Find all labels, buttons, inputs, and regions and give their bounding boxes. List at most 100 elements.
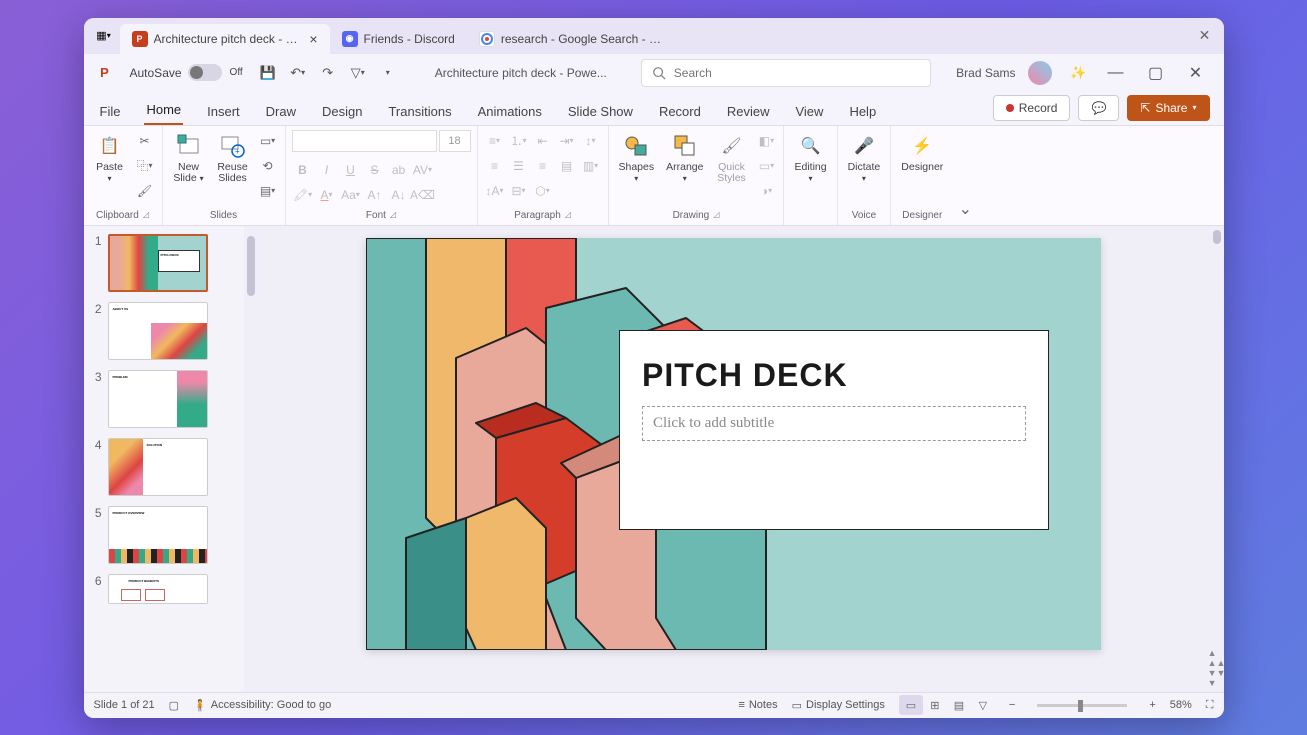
indent-decrease-button[interactable]: ⇤ bbox=[532, 130, 554, 152]
display-settings-button[interactable]: ▭Display Settings bbox=[792, 699, 885, 712]
thumbnail-scrollbar[interactable] bbox=[244, 226, 258, 692]
slide-thumbnail-panel[interactable]: 1 PITCH DECK 2 ABOUT US 3 PROBLEM 4 SOLU… bbox=[84, 226, 244, 692]
thumbnail[interactable]: PROBLEM bbox=[108, 370, 208, 428]
smartart-button[interactable]: ⬡▾ bbox=[532, 180, 554, 202]
slideshow-view-button[interactable]: ▽ bbox=[971, 695, 995, 715]
scroll-thumb[interactable] bbox=[247, 236, 255, 296]
line-spacing-button[interactable]: ↕▾ bbox=[580, 130, 602, 152]
coming-soon-icon[interactable]: ✨ bbox=[1066, 60, 1092, 86]
columns-button[interactable]: ▥▾ bbox=[580, 155, 602, 177]
thumbnail[interactable]: ABOUT US bbox=[108, 302, 208, 360]
tab-design[interactable]: Design bbox=[320, 98, 364, 125]
save-button[interactable]: 💾 bbox=[255, 60, 281, 86]
font-color-button[interactable]: A▾ bbox=[316, 184, 338, 206]
underline-button[interactable]: U bbox=[340, 159, 362, 181]
tab-insert[interactable]: Insert bbox=[205, 98, 242, 125]
numbering-button[interactable]: ⒈▾ bbox=[508, 130, 530, 152]
tab-slideshow[interactable]: Slide Show bbox=[566, 98, 635, 125]
tab-file[interactable]: File bbox=[98, 98, 123, 125]
username[interactable]: Brad Sams bbox=[956, 66, 1015, 80]
slide-position[interactable]: Slide 1 of 21 bbox=[94, 699, 155, 711]
designer-button[interactable]: ⚡ Designer bbox=[897, 130, 947, 176]
slide[interactable]: PITCH DECK Click to add subtitle bbox=[366, 238, 1101, 650]
collapse-ribbon-button[interactable]: ⌄ bbox=[953, 126, 977, 225]
thumbnail[interactable]: PITCH DECK bbox=[108, 234, 208, 292]
dialog-launcher-icon[interactable]: ◿ bbox=[713, 210, 719, 221]
change-case-button[interactable]: Aa▾ bbox=[340, 184, 362, 206]
section-button[interactable]: ▤▾ bbox=[257, 180, 279, 202]
editing-button[interactable]: 🔍 Editing▾ bbox=[790, 130, 830, 187]
indent-increase-button[interactable]: ⇥▾ bbox=[556, 130, 578, 152]
character-spacing-button[interactable]: AV▾ bbox=[412, 159, 434, 181]
shape-effects-button[interactable]: ◑▾ bbox=[755, 180, 777, 202]
strikethrough-button[interactable]: S bbox=[364, 159, 386, 181]
new-slide-button[interactable]: New Slide ▾ bbox=[169, 130, 209, 187]
align-center-button[interactable]: ☰ bbox=[508, 155, 530, 177]
justify-button[interactable]: ▤ bbox=[556, 155, 578, 177]
tab-powerpoint[interactable]: P Architecture pitch deck - Po... × bbox=[120, 24, 330, 54]
thumbnail[interactable]: PRODUCT OVERVIEW bbox=[108, 506, 208, 564]
align-left-button[interactable]: ≡ bbox=[484, 155, 506, 177]
minimize-button[interactable]: — bbox=[1096, 58, 1136, 88]
close-icon[interactable]: × bbox=[309, 31, 317, 47]
tab-animations[interactable]: Animations bbox=[476, 98, 544, 125]
dialog-launcher-icon[interactable]: ◿ bbox=[143, 210, 149, 221]
font-size-input[interactable] bbox=[439, 130, 471, 152]
document-title[interactable]: Architecture pitch deck - Powe... bbox=[435, 66, 607, 80]
scroll-arrows[interactable]: ▲▲▲▼▼▼ bbox=[1210, 648, 1224, 688]
format-painter-button[interactable]: 🖌 bbox=[134, 180, 156, 202]
thumbnail[interactable]: PRODUCT BENEFITS bbox=[108, 574, 208, 604]
dialog-launcher-icon[interactable]: ◿ bbox=[565, 210, 571, 221]
reset-button[interactable]: ⟲ bbox=[257, 155, 279, 177]
slide-canvas-area[interactable]: PITCH DECK Click to add subtitle bbox=[258, 226, 1210, 692]
toggle-switch[interactable] bbox=[188, 64, 222, 81]
align-text-button[interactable]: ⊟▾ bbox=[508, 180, 530, 202]
window-close-button[interactable]: ✕ bbox=[1190, 27, 1220, 44]
arrange-button[interactable]: Arrange▾ bbox=[662, 130, 707, 187]
copy-button[interactable]: ⿻▾ bbox=[134, 155, 156, 177]
fit-to-window-button[interactable]: ⛶ bbox=[1206, 699, 1214, 712]
autosave-toggle[interactable]: AutoSave Off bbox=[130, 64, 243, 81]
tab-discord[interactable]: ◉ Friends - Discord bbox=[330, 24, 467, 54]
thumbnail-item[interactable]: 3 PROBLEM bbox=[90, 370, 238, 428]
reading-view-button[interactable]: ▤ bbox=[947, 695, 971, 715]
tab-review[interactable]: Review bbox=[725, 98, 772, 125]
thumbnail[interactable]: SOLUTION bbox=[108, 438, 208, 496]
reuse-slides-button[interactable]: + Reuse Slides bbox=[213, 130, 253, 187]
zoom-out-button[interactable]: − bbox=[1009, 699, 1015, 711]
paste-button[interactable]: 📋 Paste▾ bbox=[90, 130, 130, 187]
text-direction-button[interactable]: ↕A▾ bbox=[484, 180, 506, 202]
zoom-in-button[interactable]: + bbox=[1149, 699, 1155, 711]
clear-formatting-button[interactable]: A⌫ bbox=[412, 184, 434, 206]
comments-button[interactable]: 💬 bbox=[1078, 95, 1119, 121]
bullets-button[interactable]: ≡▾ bbox=[484, 130, 506, 152]
maximize-button[interactable]: ▢ bbox=[1136, 58, 1176, 88]
tab-home[interactable]: Home bbox=[144, 96, 183, 125]
accessibility-status[interactable]: 🧍 Accessibility: Good to go bbox=[193, 699, 331, 712]
tab-record[interactable]: Record bbox=[657, 98, 703, 125]
avatar[interactable] bbox=[1028, 61, 1052, 85]
tab-overview-icon[interactable]: ▦ ▾ bbox=[94, 26, 114, 46]
tab-transitions[interactable]: Transitions bbox=[386, 98, 453, 125]
tab-view[interactable]: View bbox=[793, 98, 825, 125]
scroll-thumb[interactable] bbox=[1213, 230, 1221, 244]
shapes-button[interactable]: Shapes▾ bbox=[615, 130, 659, 187]
dictate-button[interactable]: 🎤 Dictate▾ bbox=[844, 130, 885, 187]
search-input[interactable] bbox=[674, 66, 920, 80]
shrink-font-button[interactable]: A↓ bbox=[388, 184, 410, 206]
zoom-level[interactable]: 58% bbox=[1170, 699, 1192, 711]
font-highlight-button[interactable]: 🖍▾ bbox=[292, 184, 314, 206]
slide-sorter-button[interactable]: ⊞ bbox=[923, 695, 947, 715]
dialog-launcher-icon[interactable]: ◿ bbox=[390, 210, 396, 221]
shadow-button[interactable]: ab bbox=[388, 159, 410, 181]
slide-title[interactable]: PITCH DECK bbox=[642, 357, 1026, 394]
title-placeholder[interactable]: PITCH DECK Click to add subtitle bbox=[619, 330, 1049, 530]
tab-help[interactable]: Help bbox=[847, 98, 878, 125]
tab-draw[interactable]: Draw bbox=[264, 98, 298, 125]
layout-button[interactable]: ▭▾ bbox=[257, 130, 279, 152]
bold-button[interactable]: B bbox=[292, 159, 314, 181]
font-name-input[interactable] bbox=[292, 130, 437, 152]
undo-button[interactable]: ↶▾ bbox=[285, 60, 311, 86]
thumbnail-item[interactable]: 5 PRODUCT OVERVIEW bbox=[90, 506, 238, 564]
italic-button[interactable]: I bbox=[316, 159, 338, 181]
